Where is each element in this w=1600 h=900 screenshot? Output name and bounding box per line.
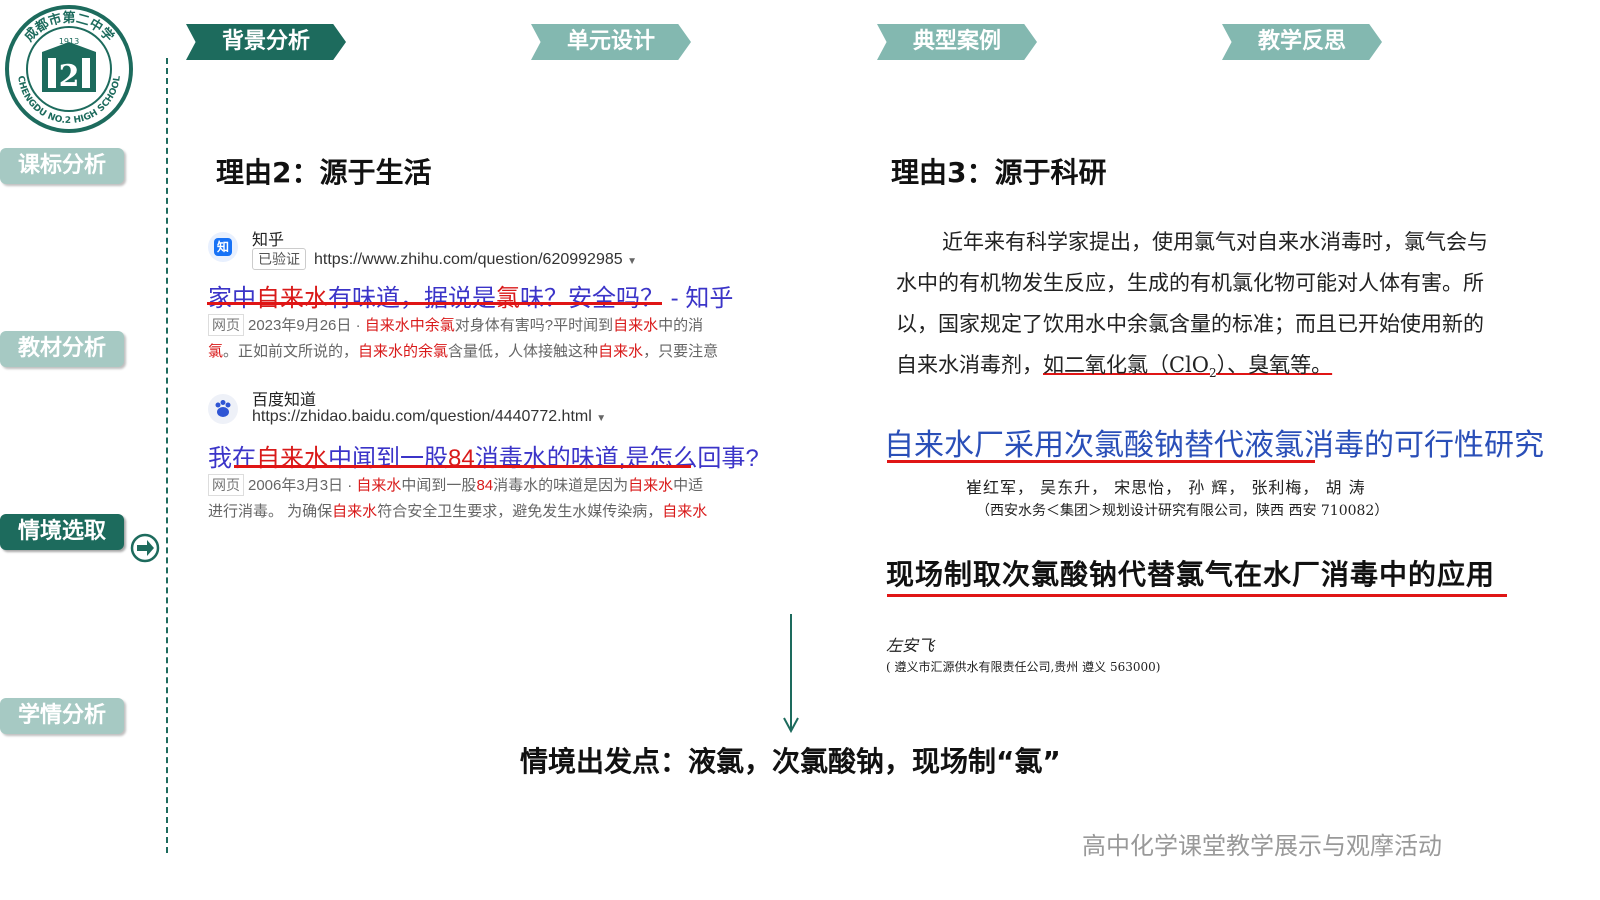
tab-typical-case[interactable]: 典型案例 xyxy=(877,24,1037,60)
tab-teaching-reflection[interactable]: 教学反思 xyxy=(1222,24,1382,60)
paper-affiliation-2: ( 遵义市汇源供水有限责任公司,贵州 遵义 563000) xyxy=(886,660,1161,674)
arrow-down-icon xyxy=(783,614,799,734)
sidebar-divider xyxy=(166,58,168,853)
paper-affiliation-1: （西安水务＜集团＞规划设计研究有限公司，陕西 西安 710082） xyxy=(976,503,1389,519)
result-snippet-line2: 氯。正如前文所说的，自来水的余氯含量低，人体接触这种自来水，只要注意 xyxy=(208,343,719,360)
result-url[interactable]: 已验证 https://www.zhihu.com/question/620992… xyxy=(252,248,637,270)
sidebar-item-textbook-analysis[interactable]: 教材分析 xyxy=(0,331,124,367)
tab-unit-design[interactable]: 单元设计 xyxy=(531,24,691,60)
reason2-title: 理由2：源于生活 xyxy=(216,156,432,189)
reason3-title: 理由3：源于科研 xyxy=(891,156,1107,189)
result-url[interactable]: https://zhidao.baidu.com/question/444077… xyxy=(252,408,606,426)
underline-baidu-title xyxy=(234,465,691,468)
logo-emblem-number: 2 xyxy=(59,59,80,94)
result-snippet-line1: 网页 2006年3月3日 · 自来水中闻到一股84消毒水的味道是因为自来水中适 xyxy=(208,474,802,496)
paper-author-2: 左安飞 xyxy=(886,636,935,655)
underline-paper-title-1 xyxy=(887,460,1315,463)
conclusion-text: 情境出发点：液氯，次氯酸钠，现场制“氯” xyxy=(520,745,1061,778)
sidebar-item-student-analysis[interactable]: 学情分析 xyxy=(0,698,124,734)
chevron-down-icon[interactable]: ▼ xyxy=(627,256,637,267)
zhihu-icon: 知 xyxy=(208,232,238,262)
underline-zhihu-title xyxy=(207,302,662,305)
result-snippet-line1: 网页 2023年9月26日 · 自来水中余氯对身体有害吗?平时闻到自来水中的消 xyxy=(208,314,802,336)
result-site-name: 知乎 xyxy=(252,232,285,249)
baidu-paw-icon xyxy=(208,394,238,424)
sidebar-item-context-selection[interactable]: 情境选取 xyxy=(0,514,124,550)
paper-authors-1: 崔红军， 吴东升， 宋思怡， 孙 辉， 张利梅， 胡 涛 xyxy=(966,478,1366,497)
footer-event-title: 高中化学课堂教学展示与观摩活动 xyxy=(1082,832,1442,860)
chevron-down-icon[interactable]: ▼ xyxy=(596,413,606,424)
underline-paper-title-2 xyxy=(887,594,1507,597)
result-site-name: 百度知道 xyxy=(252,392,317,409)
paper-title-1: 自来水厂采用次氯酸钠替代液氯消毒的可行性研究 xyxy=(884,428,1544,463)
result-title-link[interactable]: 家中自来水有味道，据说是氯味？安全吗？ - 知乎 xyxy=(208,278,733,313)
paper-paragraph: 近年来有科学家提出，使用氯气对自来水消毒时，氯气会与水中的有机物发生反应，生成的… xyxy=(896,230,1488,381)
arrow-right-icon xyxy=(130,533,160,563)
result-snippet-line2: 进行消毒。 为确保自来水符合安全卫生要求，避免发生水媒传染病，自来水 xyxy=(208,503,708,520)
sidebar-item-curriculum-analysis[interactable]: 课标分析 xyxy=(0,148,124,184)
verified-badge: 已验证 xyxy=(252,248,306,270)
school-logo: 成都市第二中学 CHENGDU NO.2 HIGH SCHOOL 1913 2 xyxy=(5,5,133,133)
tab-background-analysis[interactable]: 背景分析 xyxy=(186,24,346,60)
paper-title-2: 现场制取次氯酸钠代替氯气在水厂消毒中的应用 xyxy=(886,558,1496,591)
